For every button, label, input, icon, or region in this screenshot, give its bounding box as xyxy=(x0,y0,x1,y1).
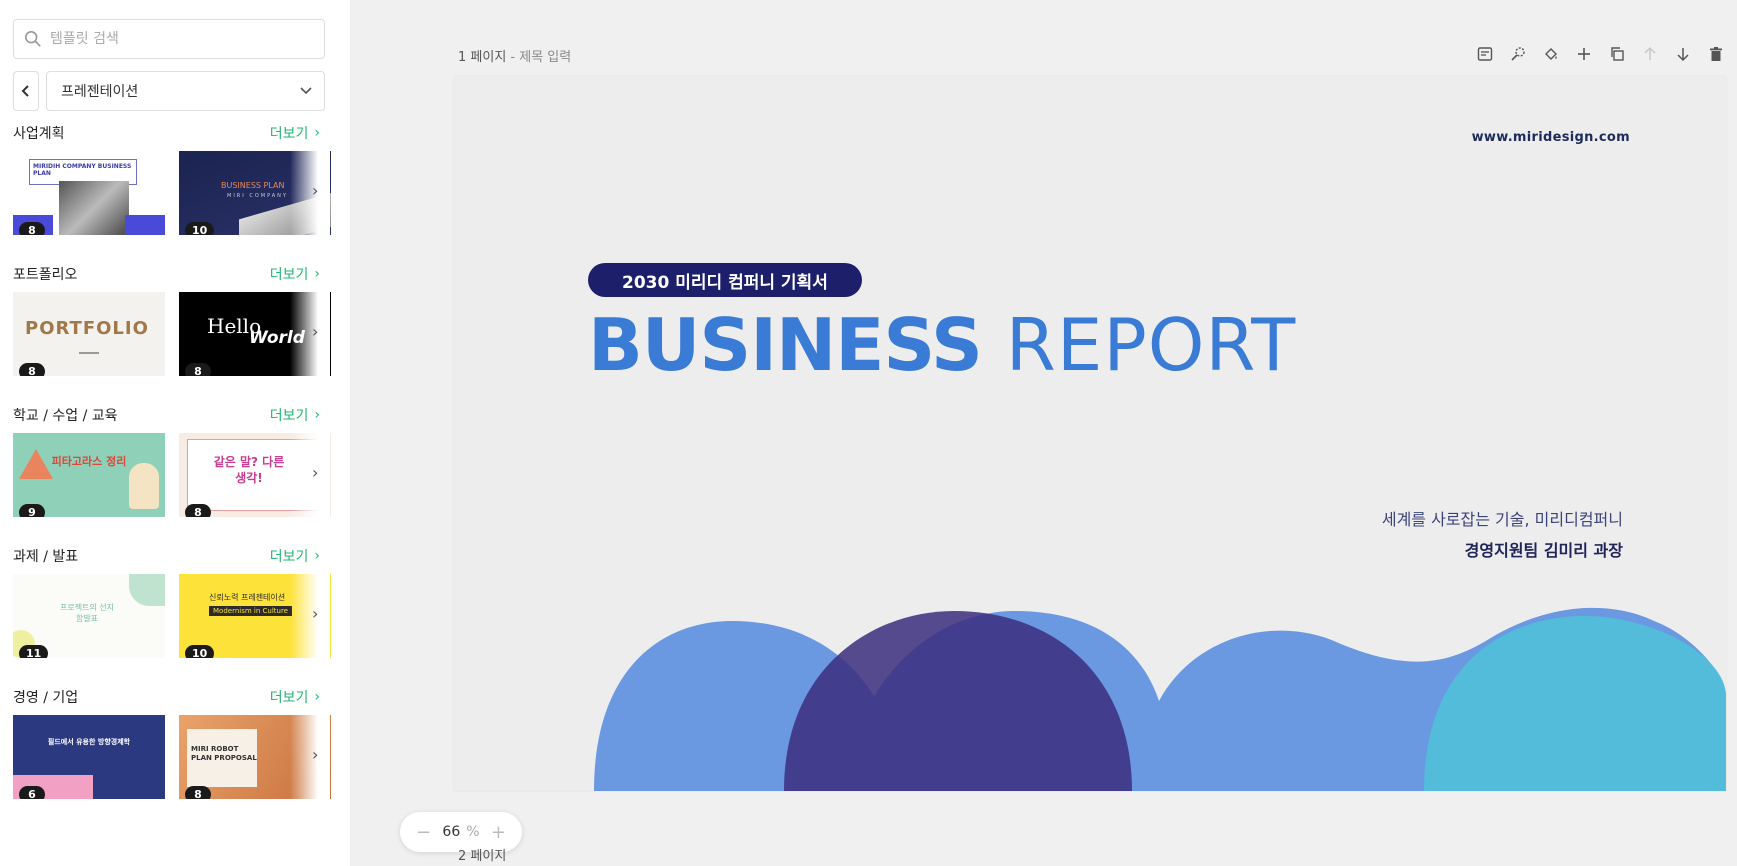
template-thumb[interactable]: 프로젝트의 선지함발표 11 xyxy=(13,574,165,658)
page-count-badge: 8 xyxy=(185,363,211,376)
page-title-input[interactable]: - 제목 입력 xyxy=(506,50,571,65)
thumb-fade xyxy=(290,433,330,517)
page-toolbar xyxy=(1475,44,1726,64)
section-title: 학교 / 수업 / 교육 xyxy=(13,408,118,424)
thumb-text: Modernism in Culture xyxy=(209,606,292,616)
category-dropdown[interactable]: 프레젠테이션 xyxy=(46,71,325,111)
zoom-out-icon[interactable]: − xyxy=(416,822,431,843)
section-education: 학교 / 수업 / 교육 더보기 › 피타고라스 정리 9 같은 말? 다른 생각… xyxy=(0,405,350,561)
thumb-text: BUSINESS PLAN xyxy=(221,181,285,190)
thumb-fade xyxy=(290,715,330,799)
section-portfolio: 포트폴리오 더보기 › PORTFOLIO 8 Hello World 8 › xyxy=(0,264,350,420)
wave-decoration xyxy=(594,607,1726,791)
section-assignment: 과제 / 발표 더보기 › 프로젝트의 선지함발표 11 신뢰노력 프레젠테이션 … xyxy=(0,546,350,702)
thumb-fade xyxy=(290,151,330,235)
slide-subtitle-pill[interactable]: 2030 미리디 컴퍼니 기획서 xyxy=(588,263,862,297)
thumb-text: 신뢰노력 프레젠테이션 xyxy=(209,593,286,602)
section-title: 과제 / 발표 xyxy=(13,549,79,565)
carousel-next-icon[interactable]: › xyxy=(312,463,318,482)
add-page-icon[interactable] xyxy=(1574,44,1594,64)
thumb-fade xyxy=(290,574,330,658)
carousel-next-icon[interactable]: › xyxy=(312,322,318,341)
page-2-label[interactable]: 2 페이지 xyxy=(458,845,506,864)
trash-icon[interactable] xyxy=(1706,44,1726,64)
section-management: 경영 / 기업 더보기 › 필드에서 유용한 방향경제학 6 MIRI ROBOT… xyxy=(0,687,350,843)
template-sidebar: 프레젠테이션 사업계획 더보기› MIRIDIH COMPANY BUSINES… xyxy=(0,0,350,866)
thumb-text: PORTFOLIO xyxy=(25,318,149,339)
page-count-badge: 11 xyxy=(19,645,49,658)
search-input[interactable] xyxy=(50,31,310,47)
more-link[interactable]: 더보기 › xyxy=(270,264,320,284)
duplicate-icon[interactable] xyxy=(1607,44,1627,64)
chevron-right-icon: › xyxy=(314,125,320,141)
slide-author[interactable]: 경영지원팀 김미리 과장 xyxy=(1465,537,1623,561)
chevron-right-icon: › xyxy=(314,548,320,564)
section-title: 포트폴리오 xyxy=(13,267,78,283)
page-count-badge: 10 xyxy=(185,645,215,658)
more-link[interactable]: 더보기 › xyxy=(270,546,320,566)
slide-canvas[interactable]: www.miridesign.com 2030 미리디 컴퍼니 기획서 BUSI… xyxy=(454,76,1726,791)
page-count-badge: 9 xyxy=(19,504,45,517)
slide-url[interactable]: www.miridesign.com xyxy=(1472,130,1630,145)
page-count-badge: 8 xyxy=(19,363,45,376)
thumb-text: MIRIDIH COMPANY BUSINESS PLAN xyxy=(33,163,132,177)
slide-headline[interactable]: BUSINESS REPORT xyxy=(588,302,1296,388)
thumb-text: 피타고라스 정리 xyxy=(51,455,127,468)
more-link[interactable]: 더보기 › xyxy=(270,123,320,143)
carousel-next-icon[interactable]: › xyxy=(312,745,318,764)
chevron-right-icon: › xyxy=(314,407,320,423)
memo-icon[interactable] xyxy=(1475,44,1495,64)
page-count-badge: 10 xyxy=(185,222,215,235)
chevron-left-icon xyxy=(21,85,29,97)
more-link[interactable]: 더보기 › xyxy=(270,405,320,425)
back-button[interactable] xyxy=(13,71,39,111)
paint-bucket-icon[interactable] xyxy=(1541,44,1561,64)
slide-tagline[interactable]: 세계를 사로잡는 기술, 미리디컴퍼니 xyxy=(1382,506,1623,530)
section-business-plan: 사업계획 더보기 › MIRIDIH COMPANY BUSINESS PLAN … xyxy=(0,123,350,279)
template-thumb[interactable]: MIRIDIH COMPANY BUSINESS PLAN 8 xyxy=(13,151,165,235)
headline-light: REPORT xyxy=(981,303,1297,387)
page-count-badge: 8 xyxy=(19,222,45,235)
template-thumb[interactable]: 필드에서 유용한 방향경제학 6 xyxy=(13,715,165,799)
chevron-right-icon: › xyxy=(314,266,320,282)
page-count-badge: 8 xyxy=(185,786,211,799)
carousel-next-icon[interactable]: › xyxy=(312,181,318,200)
search-icon xyxy=(24,30,41,47)
template-thumb[interactable]: 피타고라스 정리 9 xyxy=(13,433,165,517)
chevron-down-icon xyxy=(300,87,312,95)
thumb-text: MIRI ROBOT PLAN PROPOSAL xyxy=(191,745,257,763)
zoom-value[interactable]: 66% xyxy=(442,824,479,840)
page-title[interactable]: 1 페이지 - 제목 입력 xyxy=(458,46,571,65)
zoom-in-icon[interactable]: + xyxy=(491,822,506,843)
carousel-next-icon[interactable]: › xyxy=(312,604,318,623)
template-thumb[interactable]: PORTFOLIO 8 xyxy=(13,292,165,376)
move-down-icon[interactable] xyxy=(1673,44,1693,64)
thumb-text: MIRI COMPANY xyxy=(227,193,288,199)
move-up-icon[interactable] xyxy=(1640,44,1660,64)
thumb-text: 같은 말? 다른 생각! xyxy=(213,455,285,485)
headline-bold: BUSINESS xyxy=(588,303,983,387)
thumb-fade xyxy=(290,292,330,376)
thumb-text: 필드에서 유용한 방향경제학 xyxy=(47,738,131,746)
chevron-right-icon: › xyxy=(314,689,320,705)
section-title: 사업계획 xyxy=(13,126,65,142)
page-count-badge: 6 xyxy=(19,786,45,799)
page-count-badge: 8 xyxy=(185,504,211,517)
page-number-label: 1 페이지 xyxy=(458,50,507,65)
thumb-text: 프로젝트의 선지함발표 xyxy=(59,603,115,624)
section-title: 경영 / 기업 xyxy=(13,690,79,706)
template-search[interactable] xyxy=(13,19,325,59)
magic-wand-icon[interactable] xyxy=(1508,44,1528,64)
category-label: 프레젠테이션 xyxy=(61,84,139,100)
more-link[interactable]: 더보기 › xyxy=(270,687,320,707)
